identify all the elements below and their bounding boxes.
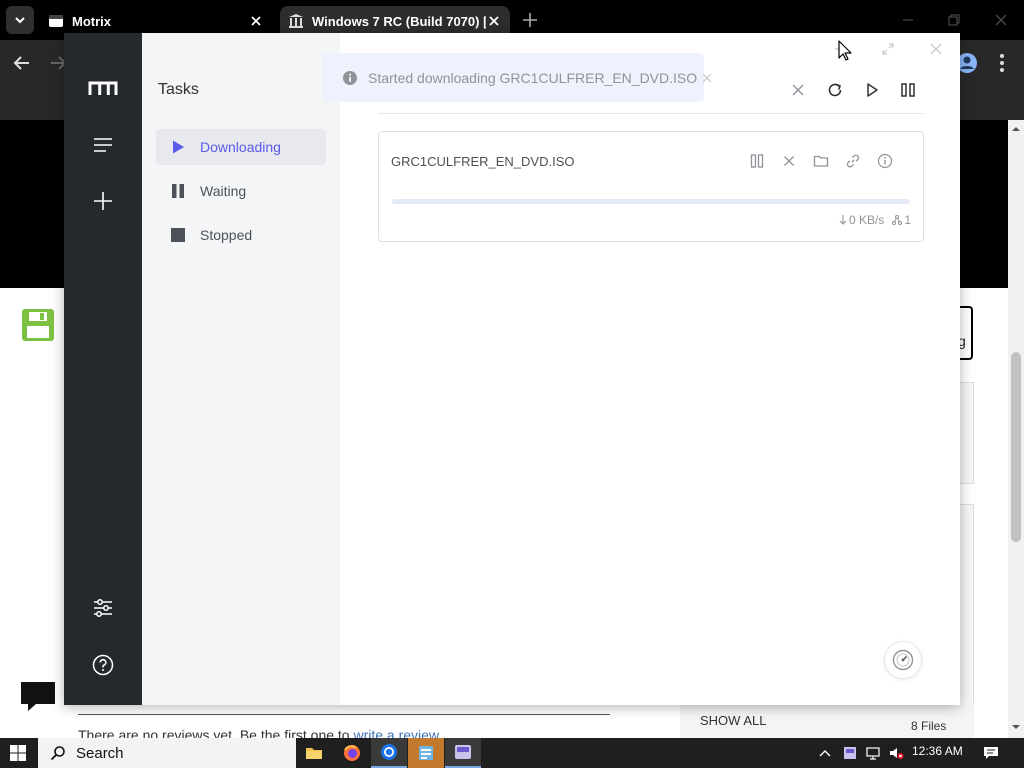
task-list-button[interactable] (88, 130, 118, 160)
task-main-panel: GRC1CULFRER_EN_DVD.ISO 0 KB/s 1 (340, 33, 960, 705)
nav-item-waiting[interactable]: Waiting (156, 173, 326, 209)
browser-menu-icon[interactable] (992, 52, 1012, 74)
folder-icon (306, 748, 322, 759)
tab-title: Motrix (72, 13, 111, 29)
taskbar-search[interactable]: Search (38, 738, 296, 768)
minimize-icon[interactable] (896, 8, 920, 32)
connections-count: 1 (892, 213, 911, 227)
restore-icon[interactable] (942, 8, 966, 32)
motrix-app-icon (455, 745, 471, 759)
close-window-icon[interactable] (989, 8, 1013, 32)
browser-tab-motrix[interactable]: Motrix (40, 6, 272, 36)
chat-bubble-icon[interactable] (20, 680, 56, 712)
pause-all-icon[interactable] (899, 81, 917, 99)
scroll-down-icon[interactable] (1010, 722, 1022, 732)
task-file-name: GRC1CULFRER_EN_DVD.ISO (391, 154, 575, 169)
firefox-icon (344, 745, 360, 761)
motrix-window: Tasks Downloading Waiting Stopped GRC1CU… (64, 33, 960, 705)
app-window-icon (419, 746, 433, 760)
taskbar-file-explorer[interactable] (296, 738, 332, 768)
close-icon[interactable] (486, 13, 502, 29)
page-divider (78, 714, 610, 715)
motrix-logo-icon (88, 81, 118, 95)
nav-item-downloading[interactable]: Downloading (156, 129, 326, 165)
resume-all-icon[interactable] (863, 81, 881, 99)
volume-muted-icon[interactable] (888, 745, 904, 761)
nav-item-stopped[interactable]: Stopped (156, 217, 326, 253)
pause-icon (172, 184, 184, 198)
clear-tasks-icon[interactable] (789, 81, 807, 99)
maximize-icon[interactable] (880, 41, 896, 57)
page-side-card (960, 504, 974, 738)
connections-icon (892, 215, 903, 225)
taskbar-motrix[interactable] (445, 738, 481, 768)
close-icon[interactable] (928, 41, 944, 57)
show-all-link[interactable]: SHOW ALL (700, 713, 766, 728)
back-arrow-icon[interactable] (11, 52, 33, 74)
pause-icon[interactable] (749, 153, 765, 169)
archive-favicon-icon (289, 14, 303, 28)
floppy-disk-icon (22, 309, 54, 341)
folder-icon[interactable] (813, 153, 829, 169)
menu-lines-icon (94, 138, 112, 152)
help-icon (92, 654, 114, 676)
network-icon[interactable] (865, 745, 881, 761)
nav-item-label: Downloading (200, 139, 281, 155)
page-side-card (960, 382, 974, 484)
search-icon (50, 746, 65, 761)
task-progress-bar (392, 199, 910, 204)
windows-taskbar: Search 12:36 AM (0, 738, 1024, 768)
show-hidden-icons-icon[interactable] (817, 745, 833, 761)
taskbar-chrome[interactable] (371, 738, 407, 768)
motrix-sidebar (64, 33, 142, 705)
play-icon (173, 140, 184, 154)
browser-tab-windows7[interactable]: Windows 7 RC (Build 7070) [x8 (280, 6, 510, 36)
chevron-down-icon (15, 17, 25, 24)
taskbar-app[interactable] (408, 738, 444, 768)
tab-search-button[interactable] (6, 6, 34, 34)
taskbar-firefox[interactable] (334, 738, 370, 768)
speedometer-icon (892, 649, 914, 671)
link-icon[interactable] (845, 153, 861, 169)
sliders-icon (94, 599, 112, 617)
preferences-button[interactable] (88, 593, 118, 623)
download-speed: 0 KB/s (839, 213, 884, 227)
header-divider (378, 113, 924, 114)
info-icon[interactable] (877, 153, 893, 169)
motrix-favicon-icon (49, 15, 63, 27)
windows-start-icon[interactable] (10, 745, 26, 761)
scroll-up-icon[interactable] (1010, 124, 1022, 134)
refresh-icon[interactable] (826, 81, 844, 99)
speed-limit-button[interactable] (884, 641, 922, 679)
close-icon[interactable] (248, 13, 264, 29)
page-scrollbar-thumb[interactable] (1011, 352, 1021, 542)
page-title: Tasks (158, 81, 199, 98)
chrome-icon (381, 744, 397, 760)
system-clock[interactable]: 12:36 AM (912, 744, 963, 758)
new-tab-icon[interactable] (520, 10, 540, 30)
motrix-tray-icon[interactable] (842, 745, 858, 761)
motrix-logo (88, 73, 118, 103)
files-count: 8 Files (911, 719, 947, 733)
arrow-down-icon (839, 215, 847, 225)
mouse-cursor-icon (838, 40, 852, 61)
task-filter-nav: Tasks Downloading Waiting Stopped (142, 33, 340, 705)
toast-message: Started downloading GRC1CULFRER_EN_DVD.I… (368, 69, 698, 86)
notifications-icon[interactable] (983, 745, 999, 761)
help-button[interactable] (88, 650, 118, 680)
plus-icon (94, 192, 112, 210)
delete-icon[interactable] (781, 153, 797, 169)
tab-title: Windows 7 RC (Build 7070) [x8 (312, 13, 486, 29)
close-icon[interactable] (701, 72, 713, 84)
task-stats: 0 KB/s 1 (839, 213, 911, 227)
notification-toast: Started downloading GRC1CULFRER_EN_DVD.I… (322, 53, 712, 102)
stop-icon (171, 228, 185, 242)
nav-item-label: Stopped (200, 227, 253, 243)
nav-item-label: Waiting (200, 183, 247, 199)
info-icon (343, 70, 357, 85)
add-task-button[interactable] (88, 186, 118, 216)
search-placeholder: Search (76, 744, 124, 762)
task-item[interactable]: GRC1CULFRER_EN_DVD.ISO 0 KB/s 1 (378, 131, 924, 242)
